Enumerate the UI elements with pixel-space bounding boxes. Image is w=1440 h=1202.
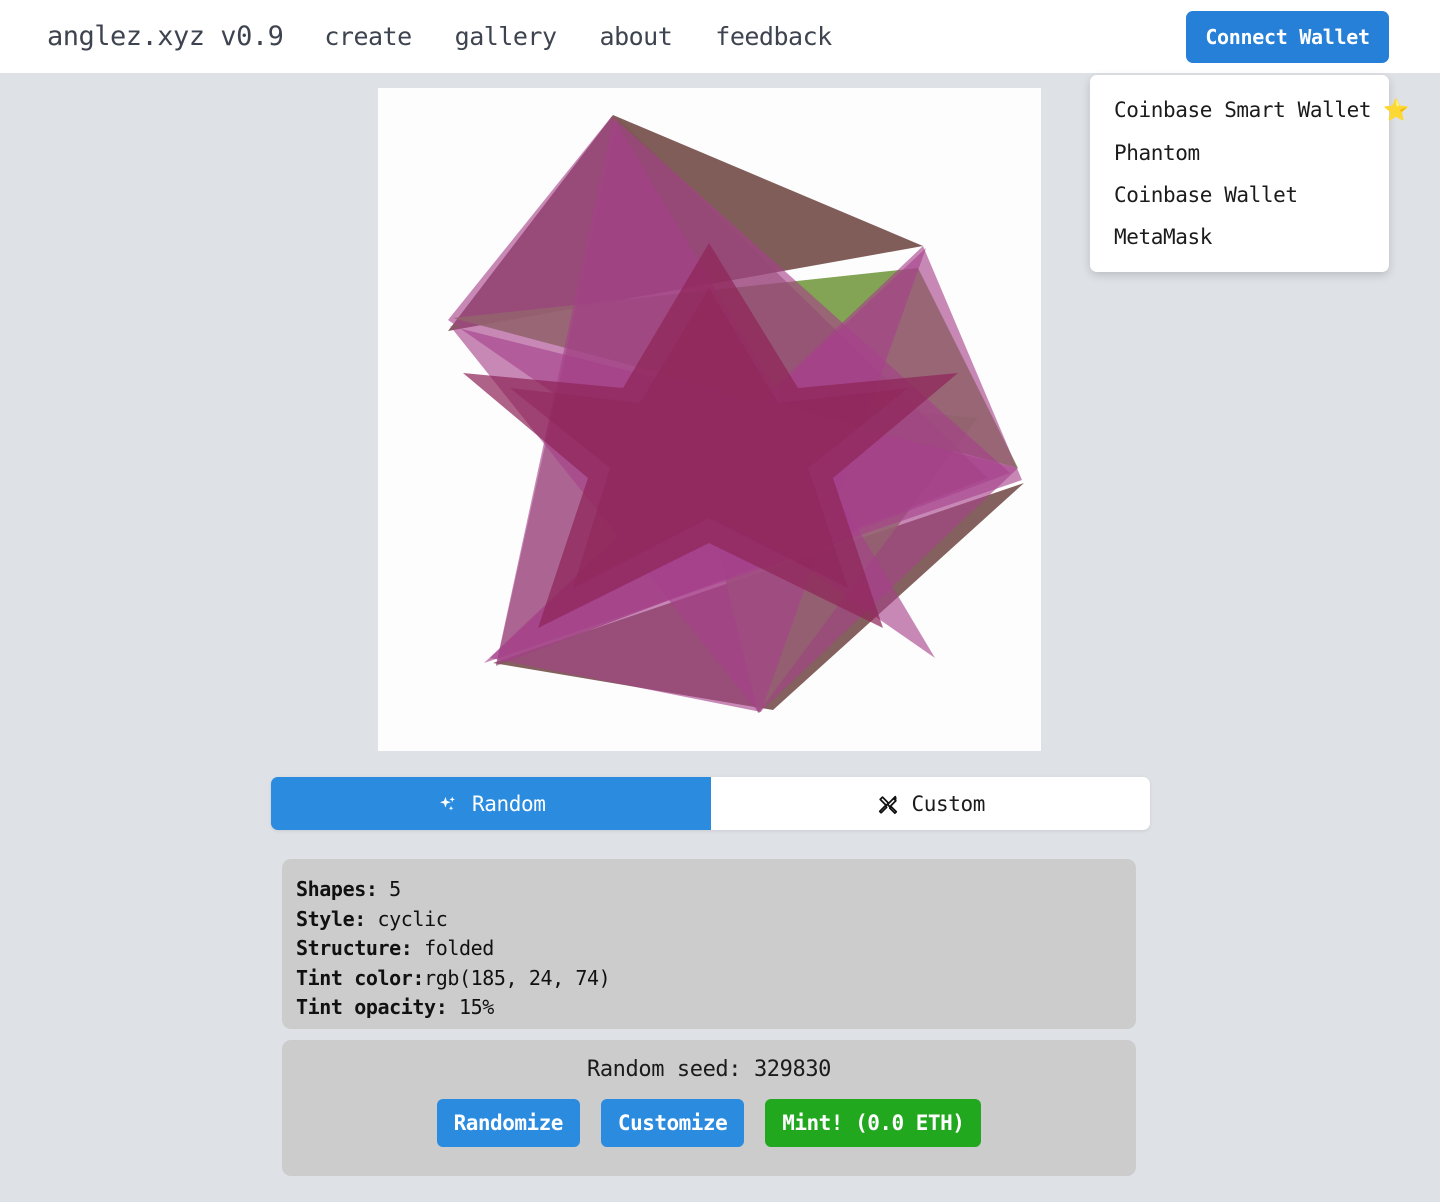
info-label-tint-opacity: Tint opacity: <box>296 995 448 1019</box>
info-value-style: cyclic <box>365 906 448 931</box>
tab-custom-label: Custom <box>911 791 986 816</box>
action-button-row: Randomize Customize Mint! (0.0 ETH) <box>436 1099 982 1147</box>
wallet-dropdown-menu: Coinbase Smart Wallet ⭐ Phantom Coinbase… <box>1090 75 1410 272</box>
artwork-info-panel: Shapes: 5 Style: cyclic Structure: folde… <box>282 859 1136 1029</box>
nav-link-create[interactable]: create <box>324 22 412 51</box>
main-nav: create gallery about feedback <box>324 22 832 51</box>
info-value-structure: folded <box>412 936 494 960</box>
mint-button[interactable]: Mint! (0.0 ETH) <box>765 1099 982 1147</box>
connect-wallet-button[interactable]: Connect Wallet <box>1186 11 1389 63</box>
wallet-option-phantom[interactable]: Phantom <box>1090 132 1389 174</box>
wallet-option-metamask[interactable]: MetaMask <box>1090 216 1389 258</box>
site-brand: anglez.xyz v0.9 <box>47 21 284 52</box>
info-value-shapes: 5 <box>377 877 401 901</box>
info-row-tint-opacity: Tint opacity: 15% <box>296 993 1136 1023</box>
seed-panel: Random seed: 329830 Randomize Customize … <box>282 1040 1136 1176</box>
info-row-style: Style: cyclic <box>296 905 1136 935</box>
wallet-option-coinbase-smart-wallet[interactable]: Coinbase Smart Wallet ⭐ <box>1090 89 1410 132</box>
random-seed-text: Random seed: 329830 <box>586 1057 832 1082</box>
info-value-tint-color: rgb(185, 24, 74) <box>424 965 611 990</box>
sparkles-icon <box>436 792 460 816</box>
generative-artwork-canvas[interactable] <box>378 88 1041 751</box>
tab-random-label: Random <box>472 791 546 816</box>
info-row-structure: Structure: folded <box>296 934 1136 964</box>
info-label-tint-color: Tint color: <box>296 965 425 990</box>
customize-button[interactable]: Customize <box>600 1099 745 1147</box>
nav-link-about[interactable]: about <box>600 22 673 51</box>
info-row-tint-color: Tint color:rgb(185, 24, 74) <box>296 964 1136 994</box>
nav-link-feedback[interactable]: feedback <box>715 22 832 51</box>
artwork-svg <box>378 88 1041 751</box>
pencil-ruler-icon <box>876 792 900 816</box>
nav-link-gallery[interactable]: gallery <box>455 22 557 51</box>
info-row-shapes: Shapes: 5 <box>296 875 1136 905</box>
info-label-style: Style: <box>296 906 366 931</box>
tab-random[interactable]: Random <box>271 777 711 830</box>
wallet-option-coinbase-wallet[interactable]: Coinbase Wallet <box>1090 174 1389 216</box>
mode-tab-group: Random Custom <box>271 777 1150 830</box>
randomize-button[interactable]: Randomize <box>436 1099 580 1147</box>
tab-custom[interactable]: Custom <box>710 777 1150 830</box>
info-value-tint-opacity: 15% <box>447 995 494 1019</box>
info-label-shapes: Shapes: <box>296 877 378 901</box>
info-label-structure: Structure: <box>296 936 413 960</box>
